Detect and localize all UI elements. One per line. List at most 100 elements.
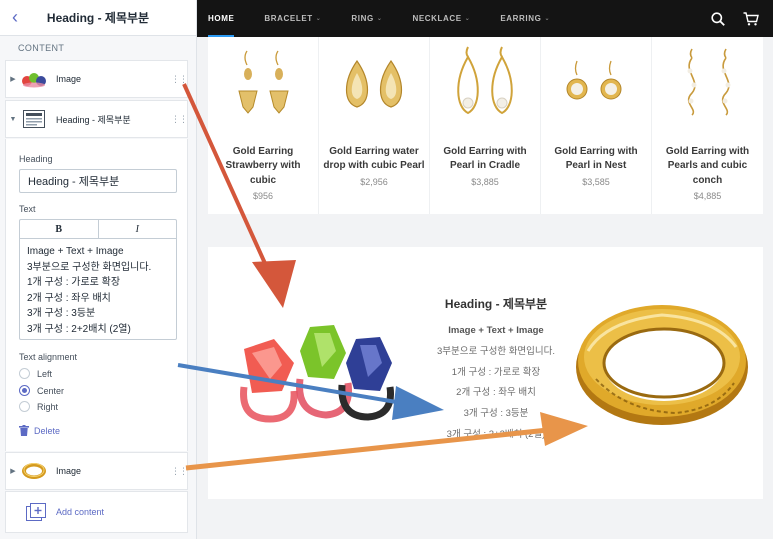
product-price: $3,885 [471,176,499,187]
text-line: 2개 구성 : 좌우 배치 [27,292,111,304]
nav-label: BRACELET [264,14,313,23]
text-line: 3개 구성 : 3등분 [27,308,96,320]
product-title[interactable]: Gold Earring with Pearl in Cradle $3,885 [434,145,536,189]
nav-label: EARRING [500,14,542,23]
drag-handle-icon[interactable]: ⋮⋮ [171,114,188,125]
cart-icon[interactable] [743,11,759,26]
radio-label: Center [37,385,65,396]
product-title[interactable]: Gold Earring Strawberry with cubic $956 [212,145,314,204]
text-line: 1개 구성 : 가로로 확장 [27,277,121,289]
product-image-nest-earrings[interactable] [541,41,652,127]
block-thumbnail-gold-ring [20,460,48,482]
product-image-strawberry-earrings[interactable] [208,41,319,127]
product-card[interactable]: Gold Earring with Pearl in Cradle $3,885 [430,37,541,214]
text-editor[interactable]: B I Image + Text + Image 3부분으로 구성한 화면입니다… [19,219,177,340]
product-card[interactable]: Gold Earring with Pearl in Nest $3,585 [541,37,652,214]
radio-left[interactable] [19,368,30,379]
panel-header: ‹ Heading - 제목부분 [0,0,196,36]
text-block-icon [20,108,48,130]
chevron-down-icon: ⌄ [544,16,551,22]
block-thumbnail-rings [20,68,48,90]
image-text-image-section: Heading - 제목부분 Image + Text + Image 3부분으… [208,247,763,499]
back-button[interactable]: ‹ [0,0,30,36]
nav-ring[interactable]: RING ⌄ [351,0,382,37]
block-image-2[interactable]: ▶ Image ⋮⋮ [5,452,188,490]
bold-button[interactable]: B [20,220,98,238]
feature-heading: Heading - 제목부분 [444,297,548,311]
block-image-1[interactable]: ▶ Image ⋮⋮ [5,60,188,98]
delete-label: Delete [34,425,61,436]
italic-button[interactable]: I [97,220,177,238]
product-price: $3,585 [582,176,610,187]
caret-down-icon[interactable]: ▼ [6,116,20,123]
content-section-label: CONTENT [18,43,65,53]
block-label: Heading - 제목부분 [56,114,131,125]
product-title[interactable]: Gold Earring with Pearls and cubic conch… [656,145,759,204]
nav-necklace[interactable]: NECKLACE ⌄ [412,0,470,37]
product-card[interactable]: Gold Earring Strawberry with cubic $956 [208,37,319,214]
top-navigation: HOME BRACELET ⌄ RING ⌄ NECKLACE ⌄ EARRING ⌄ [197,0,773,37]
block-label: Image [56,466,82,476]
text-line: 3부분으로 구성한 화면입니다. [27,261,152,273]
ring-pops-image[interactable] [230,319,406,427]
store-preview: HOME BRACELET ⌄ RING ⌄ NECKLACE ⌄ EARRING ⌄ [197,0,773,539]
product-image-waterdrop-earrings[interactable] [319,41,430,127]
product-price: $2,956 [360,176,388,187]
feature-text-line: 2개 구성 : 좌우 배치 [456,387,536,399]
product-title[interactable]: Gold Earring with Pearl in Nest $3,585 [545,145,647,189]
product-card[interactable]: Gold Earring water drop with cubic Pearl… [319,37,430,214]
radio-right[interactable] [19,401,30,412]
product-price: $4,885 [693,191,722,202]
add-content-button[interactable]: Add content [5,491,188,533]
search-icon[interactable] [711,11,725,26]
trash-icon [19,425,29,436]
drag-handle-icon[interactable]: ⋮⋮ [171,74,188,85]
nav-home[interactable]: HOME [208,0,235,37]
feature-text-line: 3개 구성 : 2+2배치 (2열) [446,428,546,440]
product-image-conch-earrings[interactable] [652,41,763,127]
feature-text-line: Image + Text + Image [448,325,544,336]
text-line: 3개 구성 : 2+2배치 (2열) [27,323,131,335]
product-card[interactable]: Gold Earring with Pearls and cubic conch… [652,37,763,214]
feature-text-line: 1개 구성 : 가로로 확장 [451,366,541,378]
drag-handle-icon[interactable]: ⋮⋮ [171,466,188,477]
chevron-down-icon: ⌄ [315,16,322,22]
align-left-option[interactable]: Left [19,368,52,379]
heading-input[interactable]: Heading - 제목부분 [19,169,177,193]
feature-text-line: 3부분으로 구성한 화면입니다. [436,345,556,357]
caret-right-icon[interactable]: ▶ [6,75,20,83]
text-editor-body[interactable]: Image + Text + Image 3부분으로 구성한 화면입니다. 1개… [20,239,176,343]
chevron-down-icon: ⌄ [464,16,471,22]
radio-label: Left [37,368,53,379]
align-center-option[interactable]: Center [19,385,64,396]
caret-right-icon[interactable]: ▶ [6,467,20,475]
heading-settings: Heading Heading - 제목부분 Text B I Image + … [5,139,188,451]
nav-label: RING [351,14,374,23]
align-right-option[interactable]: Right [19,401,58,412]
nav-icons [711,0,759,37]
feature-text: Image + Text + Image 3부분으로 구성한 화면입니다. 1개… [421,321,571,446]
product-title[interactable]: Gold Earring water drop with cubic Pearl… [323,145,425,189]
panel-title: Heading - 제목부분 [46,11,150,25]
product-price: $956 [252,191,274,202]
editor-panel: ‹ Heading - 제목부분 CONTENT ▶ Image ⋮⋮ ▼ He… [0,0,197,539]
radio-label: Right [37,401,59,412]
text-field-label: Text [19,204,36,214]
radio-center[interactable] [19,385,30,396]
product-image-cradle-earrings[interactable] [430,41,541,127]
feature-text-line: 3개 구성 : 3등분 [463,408,529,420]
alignment-label: Text alignment [19,352,78,362]
gold-ring-image[interactable] [566,291,758,441]
block-heading[interactable]: ▼ Heading - 제목부분 ⋮⋮ [5,100,188,138]
delete-block-button[interactable]: Delete [19,425,60,436]
nav-bracelet[interactable]: BRACELET ⌄ [264,0,321,37]
nav-label: NECKLACE [412,14,462,23]
block-label: Image [56,74,82,84]
nav-earring[interactable]: EARRING ⌄ [500,0,550,37]
back-arrow-icon: ‹ [12,7,18,27]
heading-field-label: Heading [19,154,53,164]
chevron-down-icon: ⌄ [376,16,383,22]
add-content-icon [26,503,46,521]
text-editor-toolbar: B I [20,220,176,239]
text-line: Image + Text + Image [27,246,124,257]
